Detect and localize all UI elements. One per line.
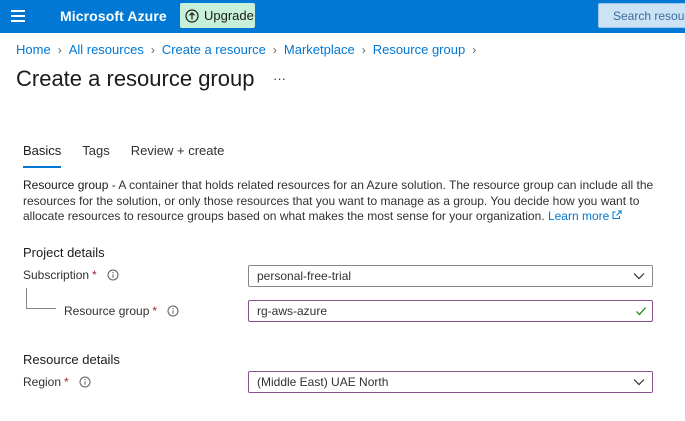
description-term: Resource group [23, 178, 109, 192]
region-dropdown[interactable]: (Middle East) UAE North [248, 371, 653, 393]
brand-title[interactable]: Microsoft Azure [60, 8, 167, 24]
tree-connector [26, 288, 27, 308]
tab-basics[interactable]: Basics [23, 143, 62, 168]
chevron-right-icon: › [57, 42, 62, 57]
chevron-right-icon: › [472, 42, 477, 57]
resource-group-input[interactable]: rg-aws-azure [248, 300, 653, 322]
subscription-label: Subscription * [23, 268, 119, 282]
info-icon[interactable] [167, 305, 179, 317]
tab-tags[interactable]: Tags [82, 143, 109, 168]
breadcrumb-home[interactable]: Home [16, 42, 51, 57]
chevron-right-icon: › [150, 42, 155, 57]
tree-connector [26, 308, 56, 309]
chevron-down-icon [633, 379, 645, 386]
upgrade-button[interactable]: Upgrade [180, 3, 255, 28]
search-placeholder: Search resources [613, 8, 685, 23]
check-icon [636, 307, 646, 316]
top-bar: Microsoft Azure Upgrade Search resources [0, 0, 685, 33]
resource-details-title: Resource details [23, 352, 120, 367]
resource-group-label: Resource group * [64, 304, 179, 318]
breadcrumb: Home › All resources › Create a resource… [16, 42, 483, 57]
info-icon[interactable] [79, 376, 91, 388]
required-marker: * [92, 268, 97, 282]
hamburger-icon[interactable] [11, 10, 25, 22]
subscription-label-text: Subscription [23, 268, 90, 282]
chevron-down-icon [633, 273, 645, 280]
resource-group-label-text: Resource group [64, 304, 150, 318]
breadcrumb-marketplace[interactable]: Marketplace [284, 42, 355, 57]
project-details-title: Project details [23, 245, 105, 260]
tab-bar: Basics Tags Review + create [23, 143, 245, 168]
page-title: Create a resource group [16, 66, 255, 91]
external-link-icon[interactable] [612, 210, 622, 220]
required-marker: * [64, 375, 69, 389]
breadcrumb-create-resource[interactable]: Create a resource [162, 42, 266, 57]
learn-more-link[interactable]: Learn more [548, 209, 609, 223]
subscription-dropdown[interactable]: personal-free-trial [248, 265, 653, 287]
region-label: Region * [23, 375, 91, 389]
upgrade-label: Upgrade [204, 8, 254, 23]
info-icon[interactable] [107, 269, 119, 281]
subscription-value: personal-free-trial [257, 269, 352, 283]
resource-group-value: rg-aws-azure [257, 304, 328, 318]
tab-review-create[interactable]: Review + create [131, 143, 225, 168]
region-value: (Middle East) UAE North [257, 375, 389, 389]
description: Resource group - A container that holds … [23, 178, 673, 225]
chevron-right-icon: › [361, 42, 366, 57]
breadcrumb-resource-group[interactable]: Resource group [373, 42, 466, 57]
breadcrumb-all-resources[interactable]: All resources [69, 42, 144, 57]
upgrade-icon [185, 8, 199, 23]
required-marker: * [152, 304, 158, 318]
region-label-text: Region [23, 375, 62, 389]
search-input[interactable]: Search resources [598, 3, 685, 28]
more-icon[interactable]: ··· [273, 71, 286, 86]
chevron-right-icon: › [272, 42, 277, 57]
